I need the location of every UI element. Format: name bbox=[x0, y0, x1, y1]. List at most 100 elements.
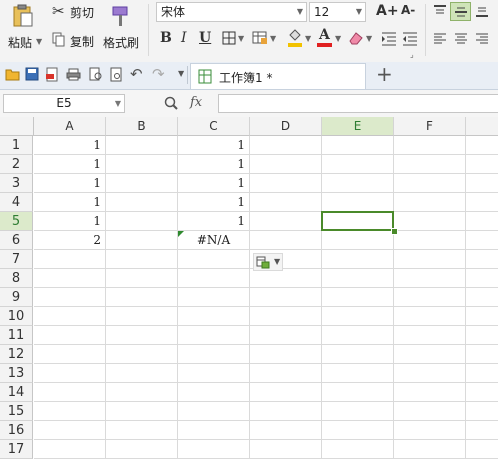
cell-g11[interactable] bbox=[466, 326, 498, 345]
column-header-b[interactable]: B bbox=[106, 117, 178, 136]
cell-f17[interactable] bbox=[394, 440, 466, 459]
redo-icon[interactable]: ↷ bbox=[152, 65, 165, 83]
cell-f12[interactable] bbox=[394, 345, 466, 364]
cell-c13[interactable] bbox=[178, 364, 250, 383]
align-top-icon[interactable] bbox=[433, 5, 447, 17]
name-box[interactable]: E5 ▼ bbox=[3, 94, 125, 113]
copy-button[interactable]: 复制 bbox=[50, 30, 100, 50]
cell-c4[interactable]: 1 bbox=[178, 193, 250, 212]
cell-g9[interactable] bbox=[466, 288, 498, 307]
column-header-c[interactable]: C bbox=[178, 117, 250, 136]
cell-e16[interactable] bbox=[322, 421, 394, 440]
cell-a17[interactable] bbox=[34, 440, 106, 459]
cell-f4[interactable] bbox=[394, 193, 466, 212]
cell-g7[interactable] bbox=[466, 250, 498, 269]
clear-format-button[interactable]: ▼ bbox=[346, 28, 374, 50]
tab-workbook1[interactable]: 工作簿1 * bbox=[190, 63, 366, 89]
active-cell-selection[interactable] bbox=[321, 211, 394, 231]
cell-d16[interactable] bbox=[250, 421, 322, 440]
cell-c7[interactable] bbox=[178, 250, 250, 269]
cell-g13[interactable] bbox=[466, 364, 498, 383]
cell-style-button[interactable]: ▼ bbox=[250, 30, 278, 48]
cell-d10[interactable] bbox=[250, 307, 322, 326]
cell-f7[interactable] bbox=[394, 250, 466, 269]
cell-f13[interactable] bbox=[394, 364, 466, 383]
cell-e10[interactable] bbox=[322, 307, 394, 326]
row-header-13[interactable]: 13 bbox=[0, 364, 33, 383]
column-header-a[interactable]: A bbox=[34, 117, 106, 136]
cell-d11[interactable] bbox=[250, 326, 322, 345]
cell-e6[interactable] bbox=[322, 231, 394, 250]
cell-c16[interactable] bbox=[178, 421, 250, 440]
cell-g17[interactable] bbox=[466, 440, 498, 459]
row-header-9[interactable]: 9 bbox=[0, 288, 33, 307]
cell-e11[interactable] bbox=[322, 326, 394, 345]
select-all-corner[interactable] bbox=[0, 117, 34, 136]
cell-g2[interactable] bbox=[466, 155, 498, 174]
column-header-e[interactable]: E bbox=[322, 117, 394, 136]
cell-a5[interactable]: 1 bbox=[34, 212, 106, 231]
open-folder-icon[interactable] bbox=[5, 68, 20, 81]
cell-c6[interactable]: #N/A bbox=[178, 231, 250, 250]
cell-e2[interactable] bbox=[322, 155, 394, 174]
cell-a1[interactable]: 1 bbox=[34, 136, 106, 155]
row-header-6[interactable]: 6 bbox=[0, 231, 33, 250]
cell-e12[interactable] bbox=[322, 345, 394, 364]
cell-f1[interactable] bbox=[394, 136, 466, 155]
cell-d5[interactable] bbox=[250, 212, 322, 231]
align-center-icon[interactable] bbox=[454, 33, 468, 45]
cell-b16[interactable] bbox=[106, 421, 178, 440]
cell-a10[interactable] bbox=[34, 307, 106, 326]
cell-c14[interactable] bbox=[178, 383, 250, 402]
cell-d13[interactable] bbox=[250, 364, 322, 383]
cell-d1[interactable] bbox=[250, 136, 322, 155]
zoom-search-icon[interactable] bbox=[164, 96, 178, 110]
cell-d6[interactable] bbox=[250, 231, 322, 250]
cell-b14[interactable] bbox=[106, 383, 178, 402]
cell-a3[interactable]: 1 bbox=[34, 174, 106, 193]
cell-g5[interactable] bbox=[466, 212, 498, 231]
row-header-14[interactable]: 14 bbox=[0, 383, 33, 402]
cell-d17[interactable] bbox=[250, 440, 322, 459]
cell-a4[interactable]: 1 bbox=[34, 193, 106, 212]
font-size-select[interactable]: 12 ▼ bbox=[309, 2, 366, 22]
cell-c12[interactable] bbox=[178, 345, 250, 364]
cell-e13[interactable] bbox=[322, 364, 394, 383]
column-header-d[interactable]: D bbox=[250, 117, 322, 136]
cell-c2[interactable]: 1 bbox=[178, 155, 250, 174]
row-header-3[interactable]: 3 bbox=[0, 174, 33, 193]
customize-toolbar-icon[interactable]: ▼ bbox=[178, 69, 184, 78]
shrink-font-button[interactable]: A- bbox=[401, 3, 415, 17]
cell-b15[interactable] bbox=[106, 402, 178, 421]
align-bottom-icon[interactable] bbox=[475, 5, 489, 17]
new-tab-icon[interactable]: + bbox=[376, 62, 393, 86]
cell-c1[interactable]: 1 bbox=[178, 136, 250, 155]
cell-g8[interactable] bbox=[466, 269, 498, 288]
cell-e17[interactable] bbox=[322, 440, 394, 459]
cell-c9[interactable] bbox=[178, 288, 250, 307]
cell-b10[interactable] bbox=[106, 307, 178, 326]
cell-b11[interactable] bbox=[106, 326, 178, 345]
cell-e8[interactable] bbox=[322, 269, 394, 288]
insert-function-button[interactable]: fx bbox=[190, 95, 202, 110]
cell-c5[interactable]: 1 bbox=[178, 212, 250, 231]
undo-icon[interactable]: ↶ bbox=[130, 65, 143, 83]
cell-e3[interactable] bbox=[322, 174, 394, 193]
cell-b2[interactable] bbox=[106, 155, 178, 174]
save-icon[interactable] bbox=[25, 67, 39, 81]
cell-a8[interactable] bbox=[34, 269, 106, 288]
cell-f10[interactable] bbox=[394, 307, 466, 326]
cell-d14[interactable] bbox=[250, 383, 322, 402]
row-header-15[interactable]: 15 bbox=[0, 402, 33, 421]
font-name-select[interactable]: 宋体 ▼ bbox=[156, 2, 307, 22]
grow-font-button[interactable]: A+ bbox=[376, 3, 399, 19]
cell-a6[interactable]: 2 bbox=[34, 231, 106, 250]
cell-b4[interactable] bbox=[106, 193, 178, 212]
cell-a14[interactable] bbox=[34, 383, 106, 402]
paste-options-button[interactable]: ▼ bbox=[253, 253, 283, 271]
cell-d2[interactable] bbox=[250, 155, 322, 174]
cell-c3[interactable]: 1 bbox=[178, 174, 250, 193]
cell-g16[interactable] bbox=[466, 421, 498, 440]
cell-g10[interactable] bbox=[466, 307, 498, 326]
cell-c11[interactable] bbox=[178, 326, 250, 345]
